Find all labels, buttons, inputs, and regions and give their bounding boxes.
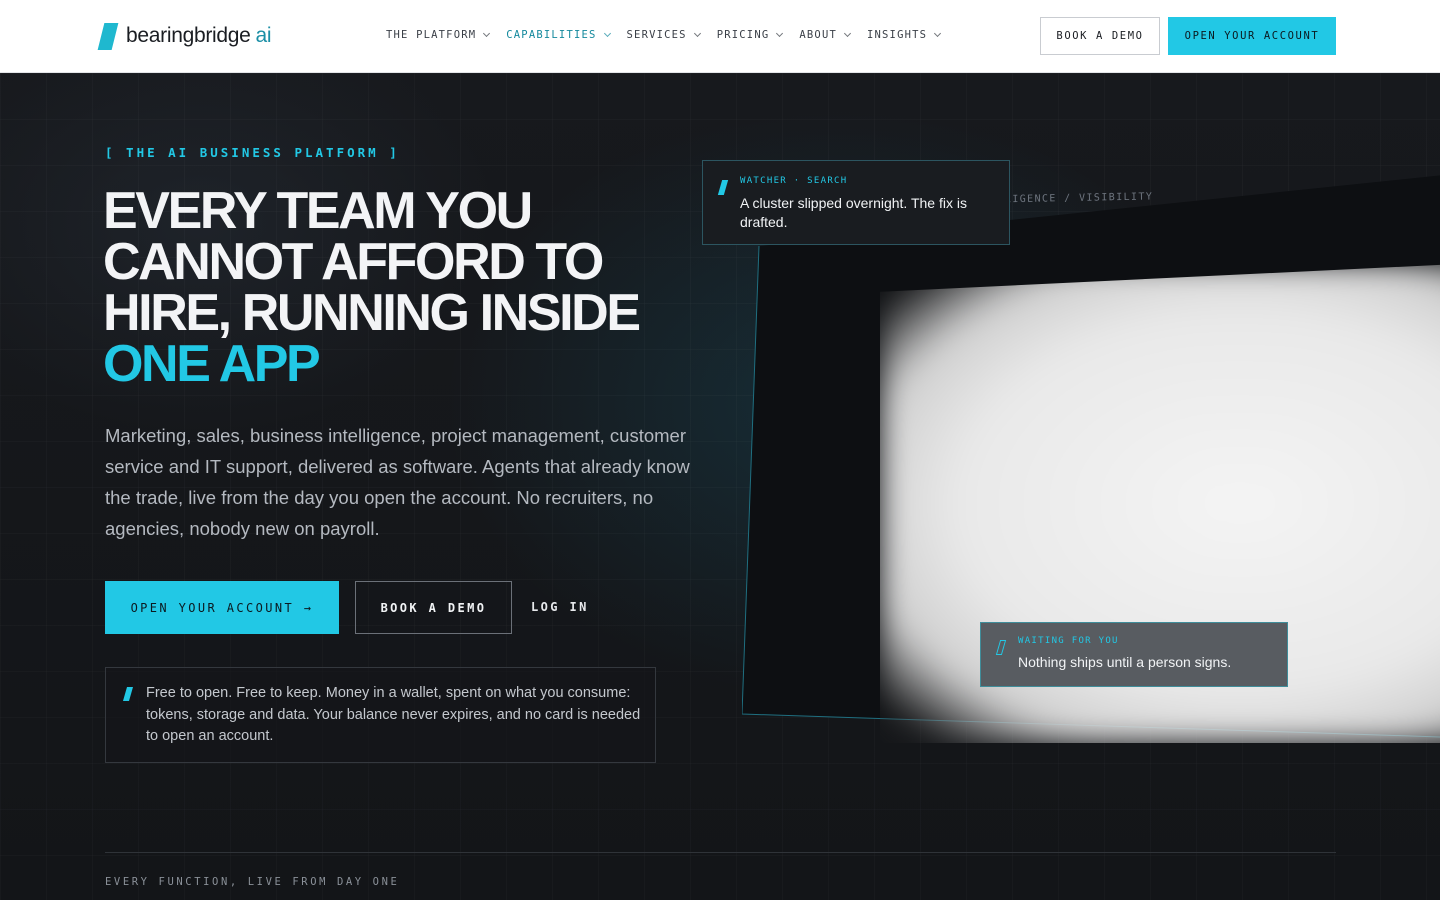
nav-item-capabilities[interactable]: CAPABILITIES — [506, 29, 611, 41]
chevron-down-icon — [603, 29, 611, 37]
headline-highlight: ONE APP — [103, 335, 321, 393]
brand-accent: ai — [255, 24, 272, 47]
brand-logo[interactable]: bearingbridge ai — [97, 22, 272, 50]
watcher-kicker: WATCHER · SEARCH — [740, 176, 848, 186]
chevron-down-icon — [776, 29, 784, 37]
nav-item-services[interactable]: SERVICES — [626, 29, 701, 41]
pricing-note-text: Free to open. Free to keep. Money in a w… — [146, 685, 641, 744]
chevron-down-icon — [693, 29, 701, 37]
chevron-down-icon — [483, 29, 491, 37]
waiting-text: Nothing ships until a person signs. — [1018, 654, 1232, 670]
waiting-kicker: WAITING FOR YOU — [1018, 636, 1119, 646]
open-account-button-top[interactable]: OPEN YOUR ACCOUNT — [1168, 17, 1336, 55]
hero-headline: EVERY TEAM YOU CANNOT AFFORD TO HIRE, RU… — [103, 185, 703, 393]
nav-item-label: ABOUT — [799, 29, 837, 41]
logo-mark-icon — [97, 22, 119, 50]
open-account-button[interactable]: OPEN YOUR ACCOUNT → — [105, 581, 339, 634]
nav-item-label: INSIGHTS — [866, 29, 928, 41]
section-divider — [105, 852, 1336, 853]
waiting-card: WAITING FOR YOU Nothing ships until a pe… — [980, 622, 1288, 687]
top-nav: bearingbridge ai THE PLATFORM CAPABILITIES… — [0, 0, 1440, 73]
nav-item-label: THE PLATFORM — [386, 29, 477, 41]
nav-item-label: SERVICES — [626, 29, 687, 41]
book-demo-button[interactable]: BOOK A DEMO — [355, 581, 512, 634]
watcher-text: A cluster slipped overnight. The fix is … — [740, 195, 967, 230]
log-in-link[interactable]: LOG IN — [531, 600, 589, 614]
nav-item-pricing[interactable]: PRICING — [716, 29, 784, 41]
slash-icon — [717, 180, 729, 195]
book-demo-button-top[interactable]: BOOK A DEMO — [1040, 17, 1160, 55]
nav-item-insights[interactable]: INSIGHTS — [866, 29, 942, 41]
section-kicker: EVERY FUNCTION, LIVE FROM DAY ONE — [105, 876, 400, 888]
hero-kicker: [ THE AI BUSINESS PLATFORM ] — [105, 145, 400, 160]
nav-item-the-platform[interactable]: THE PLATFORM — [386, 29, 491, 41]
slash-outline-icon — [995, 640, 1007, 655]
brand-name: bearingbridge ai — [126, 24, 272, 47]
slash-icon — [122, 687, 134, 701]
hero-section: ELLIGENCE / VISIBILITY WATCHER · SEARCH … — [0, 73, 1440, 900]
nav-item-label: CAPABILITIES — [506, 29, 597, 41]
chevron-down-icon — [934, 29, 942, 37]
main-menu: THE PLATFORM CAPABILITIES SERVICES PRICING A… — [386, 29, 957, 41]
watcher-card: WATCHER · SEARCH A cluster slipped overn… — [702, 160, 1010, 245]
nav-item-about[interactable]: ABOUT — [799, 29, 852, 41]
nav-item-label: PRICING — [716, 29, 770, 41]
hero-lede: Marketing, sales, business intelligence,… — [105, 425, 690, 539]
pricing-note: Free to open. Free to keep. Money in a w… — [105, 667, 656, 763]
headline-main: EVERY TEAM YOU CANNOT AFFORD TO HIRE, RU… — [103, 182, 641, 342]
chevron-down-icon — [843, 29, 852, 37]
